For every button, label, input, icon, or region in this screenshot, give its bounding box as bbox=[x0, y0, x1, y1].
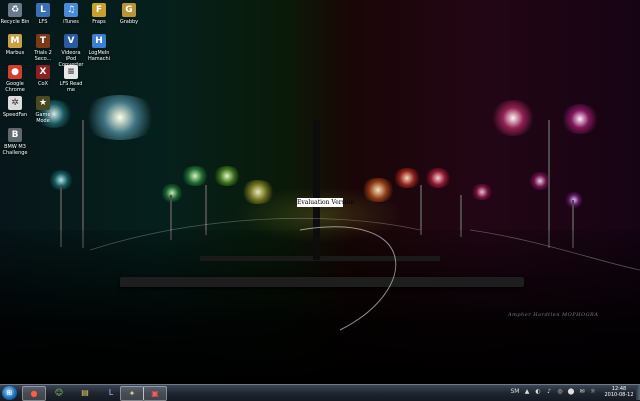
desktop-icon-label: LogMeIn Hamachi bbox=[87, 50, 111, 62]
antivirus-icon[interactable]: ◎ bbox=[556, 388, 564, 396]
hamachi-icon[interactable]: H LogMeIn Hamachi bbox=[84, 34, 114, 62]
itunes-icon[interactable]: ♫ iTunes bbox=[56, 3, 86, 25]
messenger-taskbar-button[interactable]: ☺ bbox=[48, 386, 70, 399]
desktop-wallpaper: Evaluation Version Ampher Hardtlen MOPHO… bbox=[0, 0, 640, 384]
trials-icon-image: T bbox=[36, 34, 50, 48]
game-icon-image: ★ bbox=[36, 96, 50, 110]
grabby-icon-image: G bbox=[122, 3, 136, 17]
lfs-icon[interactable]: L LFS bbox=[28, 3, 58, 25]
hamachi-icon-image: H bbox=[92, 34, 106, 48]
lfs-icon-image: L bbox=[36, 3, 50, 17]
itunes-icon-image: ♫ bbox=[64, 3, 78, 17]
speedfan-icon[interactable]: ✲ SpeedFan bbox=[0, 96, 30, 118]
game-icon[interactable]: ★ Game Mode bbox=[28, 96, 58, 124]
chrome-icon[interactable]: ● Google Chrome bbox=[0, 65, 30, 93]
desktop-icon-label: Google Chrome bbox=[5, 81, 25, 93]
desktop-icon-label: BMW M3 Challenge bbox=[2, 144, 28, 156]
language-indicator[interactable]: SM bbox=[509, 388, 521, 396]
taskbar: ⊞ ● ☺ ▤ L ✦ ▣ SM ▲ ◐ ♪ ◎ ⬤ ✉ ☼ 12:48 2010-08-12 bbox=[0, 384, 640, 401]
desktop-icon-label: SpeedFan bbox=[2, 112, 28, 118]
show-hidden-icons[interactable]: ▲ bbox=[523, 388, 531, 396]
evaluation-watermark: Evaluation Version bbox=[297, 198, 355, 207]
fraps-icon-image: F bbox=[92, 3, 106, 17]
desktop-icon-label: CoX bbox=[38, 81, 48, 87]
clock-date: 2010-08-12 bbox=[604, 392, 634, 398]
desktop-icon-label: LFS Read me bbox=[59, 81, 83, 93]
recycle-bin-icon-image: ♻ bbox=[8, 3, 22, 17]
recycle-bin-icon[interactable]: ♻ Recycle Bin bbox=[0, 3, 30, 25]
lfs-readme-icon[interactable]: ≡ LFS Read me bbox=[56, 65, 86, 93]
desktop-icon-label: Marbus bbox=[5, 50, 25, 56]
desktop-icon-label: Fraps bbox=[92, 19, 106, 25]
wallpaper-signature: Ampher Hardtlen MOPHOGRA bbox=[508, 312, 599, 318]
desktop-icon-label: Game Mode bbox=[35, 112, 51, 124]
speedfan-icon-image: ✲ bbox=[8, 96, 22, 110]
lfs-readme-icon-image: ≡ bbox=[64, 65, 78, 79]
messenger-tray-icon[interactable]: ✉ bbox=[578, 388, 586, 396]
marbus-icon-image: M bbox=[8, 34, 22, 48]
desktop-icon-label: iTunes bbox=[63, 19, 79, 25]
fraps-icon[interactable]: F Fraps bbox=[84, 3, 114, 25]
desktop-icon-label: Trials 2 Seco... bbox=[34, 50, 52, 62]
videora-icon-image: V bbox=[64, 34, 78, 48]
grabby-icon[interactable]: G Grabby bbox=[114, 3, 144, 25]
chrome-icon-image: ● bbox=[8, 65, 22, 79]
desktop-icon-label: Recycle Bin bbox=[0, 19, 30, 25]
start-button[interactable]: ⊞ bbox=[2, 386, 17, 400]
lfs-taskbar-button[interactable]: L bbox=[100, 386, 122, 399]
videora-icon[interactable]: VVideora iPod Converter bbox=[56, 34, 86, 68]
bmw-icon[interactable]: B BMW M3 Challenge bbox=[0, 128, 30, 156]
game-taskbar-button[interactable]: ✦ bbox=[120, 386, 144, 401]
chrome-taskbar-button[interactable]: ● bbox=[22, 386, 46, 401]
network-icon[interactable]: ◐ bbox=[534, 388, 542, 396]
media-taskbar-button[interactable]: ▣ bbox=[143, 386, 167, 401]
weather-tray-icon[interactable]: ☼ bbox=[589, 388, 597, 396]
cod-icon[interactable]: X CoX bbox=[28, 65, 58, 87]
explorer-taskbar-button[interactable]: ▤ bbox=[74, 386, 96, 399]
volume-icon[interactable]: ♪ bbox=[545, 388, 553, 396]
system-clock[interactable]: 12:48 2010-08-12 bbox=[603, 386, 635, 398]
cod-icon-image: X bbox=[36, 65, 50, 79]
show-desktop-button[interactable] bbox=[636, 385, 640, 400]
app-tray-icon[interactable]: ⬤ bbox=[567, 388, 575, 396]
desktop-icon-label: Grabby bbox=[119, 19, 139, 25]
trials-icon[interactable]: T Trials 2 Seco... bbox=[28, 34, 58, 62]
marbus-icon[interactable]: M Marbus bbox=[0, 34, 30, 56]
desktop-icon-label: LFS bbox=[38, 19, 48, 25]
bmw-icon-image: B bbox=[8, 128, 22, 142]
